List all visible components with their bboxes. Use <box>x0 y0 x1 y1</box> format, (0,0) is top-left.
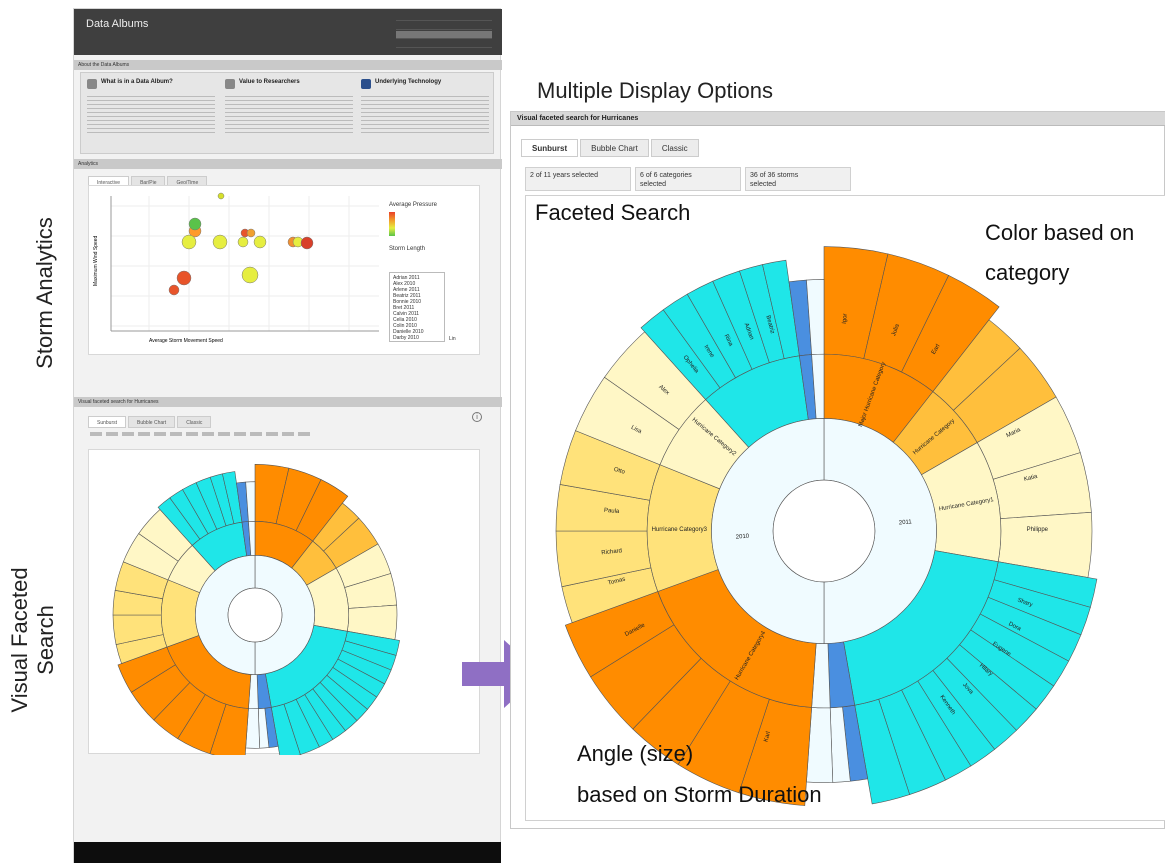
storm-checklist[interactable]: Adrian 2011 Alex 2010 Arlene 2011 Beatri… <box>389 272 445 342</box>
about-col-heading: Underlying Technology <box>375 79 442 85</box>
top-menu-item[interactable] <box>396 40 492 48</box>
storm-analytics-label: Storm Analytics <box>32 217 57 369</box>
about-col-text <box>361 93 489 133</box>
sunburst-core[interactable] <box>227 587 283 643</box>
info-icon[interactable]: i <box>472 412 482 422</box>
tab-classic-small[interactable]: Classic <box>177 416 212 428</box>
scatter-x-label: Average Storm Movement Speed <box>149 338 223 344</box>
scatter-bubble <box>241 266 259 284</box>
tab-sunburst-small[interactable]: Sunburst <box>88 416 127 428</box>
tab-classic[interactable]: Classic <box>650 139 699 157</box>
pen-icon <box>225 79 235 89</box>
app-title: Data Albums <box>86 18 149 30</box>
filter-text: selected <box>640 181 667 188</box>
scatter-bubble <box>253 235 267 249</box>
sunburst-small <box>88 449 480 761</box>
about-col: Underlying Technology <box>361 79 489 133</box>
storms-filter-dropdown[interactable]: 36 of 36 storms selected <box>745 167 851 191</box>
visual-faceted-line2: Search <box>33 605 58 675</box>
callout-color-line2: category <box>985 260 1070 285</box>
app-header: Data Albums <box>74 9 502 55</box>
storm-scatter-chart: Maximum Wind Speed Average Storm Movemen… <box>88 185 480 355</box>
scatter-bubble <box>217 192 225 200</box>
filter-text: selected <box>750 181 777 188</box>
tab-bubble-chart[interactable]: Bubble Chart <box>580 139 649 157</box>
storm-label: Philippe <box>1027 527 1049 533</box>
color-legend-label: Average Pressure <box>389 202 437 208</box>
scatter-bubble <box>212 234 228 250</box>
about-col: What is in a Data Album? <box>87 79 215 133</box>
storm-checklist-item[interactable]: Darby 2010 <box>393 335 419 341</box>
year-label: 2011 <box>899 519 913 526</box>
about-col-heading: What is in a Data Album? <box>101 79 173 85</box>
visual-faceted-line1: Visual Faceted <box>7 567 32 713</box>
about-box: What is in a Data Album? Value to Resear… <box>80 72 494 154</box>
analytics-tabs: Interactive Bar/Pie Geo/Time <box>88 171 209 188</box>
tech-icon <box>361 79 371 89</box>
scatter-bubble <box>181 234 197 250</box>
scatter-bubble <box>168 284 180 296</box>
facet-filter-summary <box>90 432 310 436</box>
scatter-bubble <box>246 228 256 238</box>
size-legend-label: Storm Length <box>389 246 426 252</box>
footer-bar <box>74 842 501 863</box>
filter-text: 6 of 6 categories <box>640 172 692 179</box>
years-filter-dropdown[interactable]: 2 of 11 years selected <box>525 167 631 191</box>
sunburst-big-svg: 20102011Hurricane Category1Hurricane Cat… <box>555 246 1098 806</box>
year-label: 2010 <box>736 534 750 541</box>
top-menu-item[interactable] <box>396 31 492 39</box>
storm-label: Igor <box>842 313 849 324</box>
callout-color-line1: Color based on <box>985 220 1135 245</box>
about-col-heading: Value to Researchers <box>239 79 300 85</box>
top-menu <box>396 13 492 49</box>
color-legend-scale <box>389 212 395 236</box>
facet-tabs-small: Sunburst Bubble Chart Classic <box>88 411 213 428</box>
about-panel-header[interactable]: About the Data Albums <box>74 60 502 70</box>
about-col-text <box>225 93 353 133</box>
big-view-title: Visual faceted search for Hurricanes <box>511 112 1165 126</box>
small-app-screenshot: Data Albums About the Data Albums What i… <box>73 8 502 863</box>
category-label: Hurricane Category3 <box>652 527 708 533</box>
tab-sunburst[interactable]: Sunburst <box>521 139 579 157</box>
wand-icon <box>87 79 97 89</box>
scatter-bubble <box>237 236 249 248</box>
callout-angle-line2: based on Storm Duration <box>577 782 822 807</box>
scatter-bubble <box>176 270 192 286</box>
analytics-panel-header[interactable]: Analytics <box>74 159 502 169</box>
scatter-bubble <box>300 236 314 250</box>
filter-text: 36 of 36 storms <box>750 172 799 179</box>
sunburst-big: 2010 2011 Hurricane Category1 Hurricane Cat… <box>525 195 1165 821</box>
callout-faceted-search: Faceted Search <box>535 200 691 225</box>
filter-text: 2 of 11 years selected <box>530 172 598 179</box>
page-heading: Multiple Display Options <box>537 78 773 103</box>
callout-angle-line1: Angle (size) <box>577 741 694 766</box>
sunburst-small-svg <box>112 464 400 761</box>
tab-bubble-small[interactable]: Bubble Chart <box>128 416 176 428</box>
big-view-tabs: Sunburst Bubble Chart Classic <box>521 138 701 157</box>
scale-toggle[interactable]: Lin <box>449 336 456 342</box>
about-col: Value to Researchers <box>225 79 353 133</box>
scatter-bubble <box>188 217 202 231</box>
about-col-text <box>87 93 215 133</box>
facet-panel-header[interactable]: Visual faceted search for Hurricanes <box>74 397 502 407</box>
top-menu-item[interactable] <box>396 13 492 21</box>
top-menu-item[interactable] <box>396 22 492 30</box>
scatter-y-label: Maximum Wind Speed <box>93 235 99 286</box>
visual-faceted-search-label: Visual Faceted Search <box>7 555 67 725</box>
categories-filter-dropdown[interactable]: 6 of 6 categories selected <box>635 167 741 191</box>
sunburst-core[interactable] <box>772 479 876 583</box>
